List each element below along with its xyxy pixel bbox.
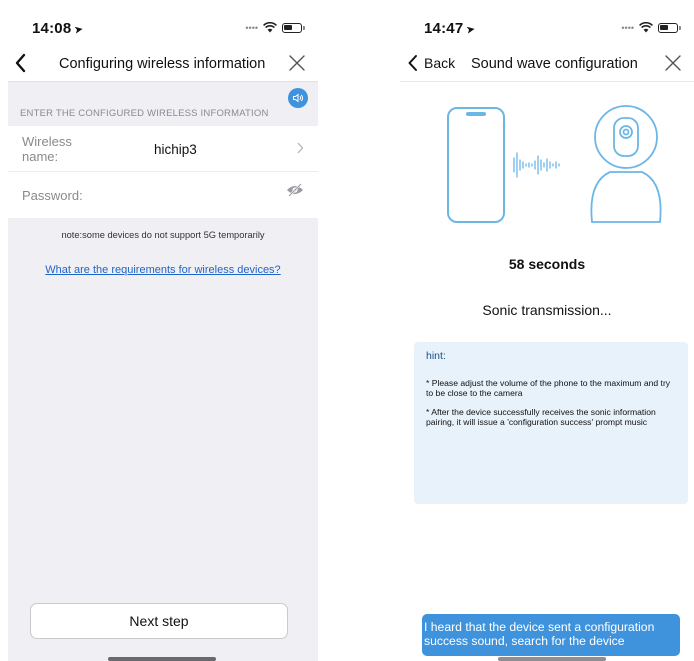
search-button-line: I heard that the device sent a configura… — [424, 620, 655, 634]
section-header: ENTER THE CONFIGURED WIRELESS INFORMATIO… — [20, 108, 269, 119]
password-label: Password: — [22, 188, 83, 203]
search-button-line: success sound, search for the device — [424, 634, 625, 648]
battery-icon — [658, 22, 681, 33]
status-bar: 14:47 ➤ •••• — [400, 0, 694, 44]
signal-dots-icon: •••• — [245, 22, 258, 33]
search-device-button[interactable]: I heard that the device sent a configura… — [422, 614, 680, 656]
transmission-status: Sonic transmission... — [482, 302, 612, 318]
chevron-right-icon — [297, 142, 304, 154]
status-icons: •••• — [621, 22, 681, 33]
status-icons: •••• — [245, 22, 305, 33]
sound-wave-screen: 14:47 ➤ •••• Back Sound wave configuratio… — [400, 0, 694, 661]
wifi-icon — [639, 22, 653, 33]
wireless-name-row[interactable]: Wireless name: hichip3 — [8, 126, 318, 172]
next-step-button[interactable]: Next step — [30, 603, 288, 639]
requirements-link[interactable]: What are the requirements for wireless d… — [8, 264, 318, 276]
note-text: note:some devices do not support 5G temp… — [61, 230, 265, 240]
close-icon[interactable] — [664, 54, 682, 72]
phone-icon — [447, 107, 505, 223]
page-title: Sound wave configuration — [471, 56, 638, 72]
nav-bar: Back Sound wave configuration — [400, 44, 694, 82]
hint-box: hint: * Please adjust the volume of the … — [414, 342, 688, 504]
back-label: Back — [424, 55, 456, 71]
location-arrow-icon: ➤ — [465, 23, 477, 37]
home-indicator — [108, 657, 216, 661]
nav-bar: Configuring wireless information — [8, 44, 318, 82]
speaker-button[interactable] — [288, 88, 308, 108]
hint-line: * Please adjust the volume of the phone … — [426, 378, 671, 398]
hint-line: * After the device successfully receives… — [426, 407, 656, 427]
status-time-text: 14:47 — [424, 20, 464, 37]
phone-to-camera-illustration — [447, 105, 662, 223]
signal-dots-icon: •••• — [621, 22, 634, 33]
speaker-icon — [293, 93, 303, 103]
close-icon[interactable] — [288, 54, 306, 72]
status-bar: 14:08 ➤ •••• — [8, 0, 318, 44]
status-time-text: 14:08 — [32, 20, 72, 37]
status-time: 14:47 ➤ — [424, 20, 477, 37]
chevron-left-icon — [15, 53, 26, 73]
back-button[interactable] — [14, 50, 28, 76]
sound-wave-icon — [513, 152, 560, 178]
status-time: 14:08 ➤ — [32, 20, 85, 37]
page-title: Configuring wireless information — [59, 56, 266, 72]
home-indicator — [498, 657, 606, 661]
wireless-name-value: hichip3 — [154, 142, 197, 157]
chevron-left-icon — [408, 55, 417, 71]
countdown-text: 58 seconds — [508, 256, 586, 272]
hint-title: hint: — [426, 350, 446, 362]
wireless-form: Wireless name: hichip3 Password: — [8, 126, 318, 218]
back-button[interactable]: Back — [406, 50, 455, 76]
password-row: Password: — [8, 172, 318, 218]
location-arrow-icon: ➤ — [73, 23, 85, 37]
wireless-config-screen: 14:08 ➤ •••• Configuring wireless informa… — [8, 0, 318, 661]
camera-icon — [590, 105, 662, 223]
wireless-name-label: Wireless name: — [22, 134, 72, 164]
eye-slash-icon[interactable] — [286, 183, 304, 197]
battery-icon — [282, 22, 305, 33]
wifi-icon — [263, 22, 277, 33]
